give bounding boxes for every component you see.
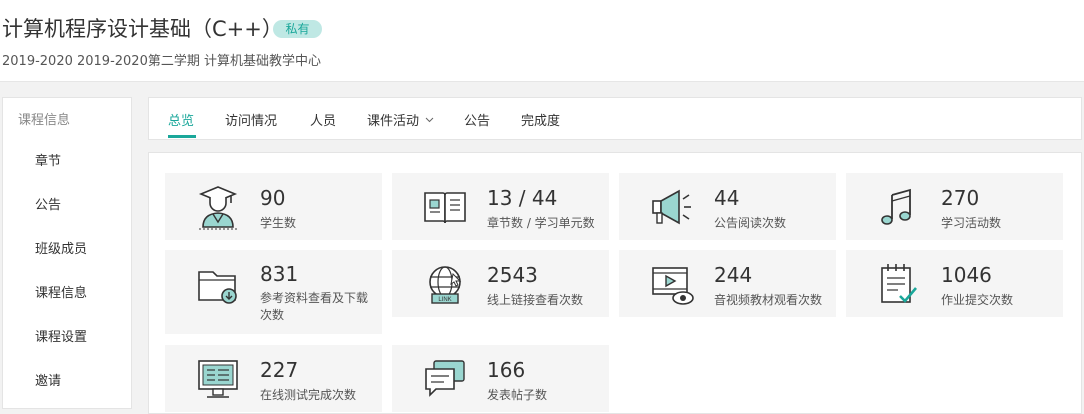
stat-value: 166	[487, 358, 526, 382]
sidebar-item-course-info[interactable]: 课程信息	[35, 282, 87, 301]
tab-courseware-activities[interactable]: 课件活动	[367, 110, 434, 129]
tab-visits[interactable]: 访问情况	[225, 110, 277, 129]
online-test-icon	[198, 360, 238, 398]
music-note-icon	[881, 188, 911, 225]
stat-label: 学生数	[260, 216, 297, 230]
tab-people[interactable]: 人员	[310, 110, 336, 129]
course-subtitle: 2019-2020 2019-2020第二学期 计算机基础教学中心	[2, 54, 321, 69]
tab-announcements[interactable]: 公告	[464, 110, 490, 129]
stat-card-chapters: 13 / 44 章节数 / 学习单元数	[392, 173, 609, 240]
folder-download-icon	[198, 271, 237, 304]
stat-label: 学习活动数	[941, 216, 1002, 230]
megaphone-icon	[652, 189, 691, 225]
stat-label: 在线测试完成次数	[260, 388, 357, 402]
stat-label: 章节数 / 学习单元数	[487, 216, 595, 230]
stat-card-link-views: LINK 2543 线上链接查看次数	[392, 250, 609, 317]
sidebar-item-announcements[interactable]: 公告	[35, 194, 61, 213]
stat-label: 公告阅读次数	[714, 216, 787, 230]
sidebar-item-class-members[interactable]: 班级成员	[35, 238, 87, 257]
tab-bar: 总览 访问情况 人员 课件活动 公告 完成度	[148, 97, 1082, 140]
active-tab-underline	[168, 135, 196, 138]
tab-overview[interactable]: 总览	[168, 110, 194, 129]
stat-label: 音视频教材观看次数	[714, 293, 823, 307]
stat-value: 90	[260, 186, 286, 210]
sidebar: 课程信息 章节 公告 班级成员 课程信息 课程设置 邀请	[2, 97, 132, 409]
globe-link-icon: LINK	[429, 266, 462, 304]
stat-card-video-views: 244 音视频教材观看次数	[619, 250, 836, 317]
stat-label: 发表帖子数	[487, 388, 548, 402]
stat-value: 13 / 44	[487, 186, 558, 210]
svg-text:LINK: LINK	[438, 297, 451, 303]
stat-value: 2543	[487, 263, 538, 287]
book-icon	[424, 192, 466, 224]
stat-card-announcement-reads: 44 公告阅读次数	[619, 173, 836, 240]
stat-label: 参考资料查看及下载次数	[260, 291, 369, 322]
homework-icon	[881, 264, 917, 303]
student-icon	[198, 186, 238, 230]
sidebar-item-course-settings[interactable]: 课程设置	[35, 326, 87, 345]
chevron-down-icon	[425, 117, 434, 123]
video-view-icon	[652, 267, 694, 305]
chat-post-icon	[425, 360, 465, 397]
sidebar-item-invite[interactable]: 邀请	[35, 370, 61, 389]
sidebar-item-chapters[interactable]: 章节	[35, 150, 61, 169]
tab-completion[interactable]: 完成度	[521, 110, 560, 129]
stat-value: 831	[260, 262, 299, 286]
stat-card-learning-activities: 270 学习活动数	[846, 173, 1063, 240]
stat-card-reference-downloads: 831 参考资料查看及下载次数	[165, 250, 382, 334]
overview-panel: 90 学生数 13 / 44 章节数 / 学习单元数 44 公告阅读次数 270…	[148, 152, 1082, 414]
course-header: 计算机程序设计基础（C++） 私有 2019-2020 2019-2020第二学…	[0, 0, 1084, 82]
stat-card-homework-submissions: 1046 作业提交次数	[846, 250, 1063, 317]
sidebar-title: 课程信息	[18, 113, 71, 128]
stat-label: 线上链接查看次数	[487, 293, 584, 307]
tab-courseware-activities-label: 课件活动	[367, 114, 420, 129]
stat-value: 227	[260, 358, 299, 382]
stat-card-students: 90 学生数	[165, 173, 382, 240]
stat-value: 270	[941, 186, 980, 210]
private-badge: 私有	[273, 20, 322, 38]
stat-value: 44	[714, 186, 740, 210]
course-title: 计算机程序设计基础（C++）	[2, 17, 283, 41]
stat-value: 244	[714, 263, 753, 287]
stat-value: 1046	[941, 263, 992, 287]
stat-label: 作业提交次数	[941, 293, 1014, 307]
